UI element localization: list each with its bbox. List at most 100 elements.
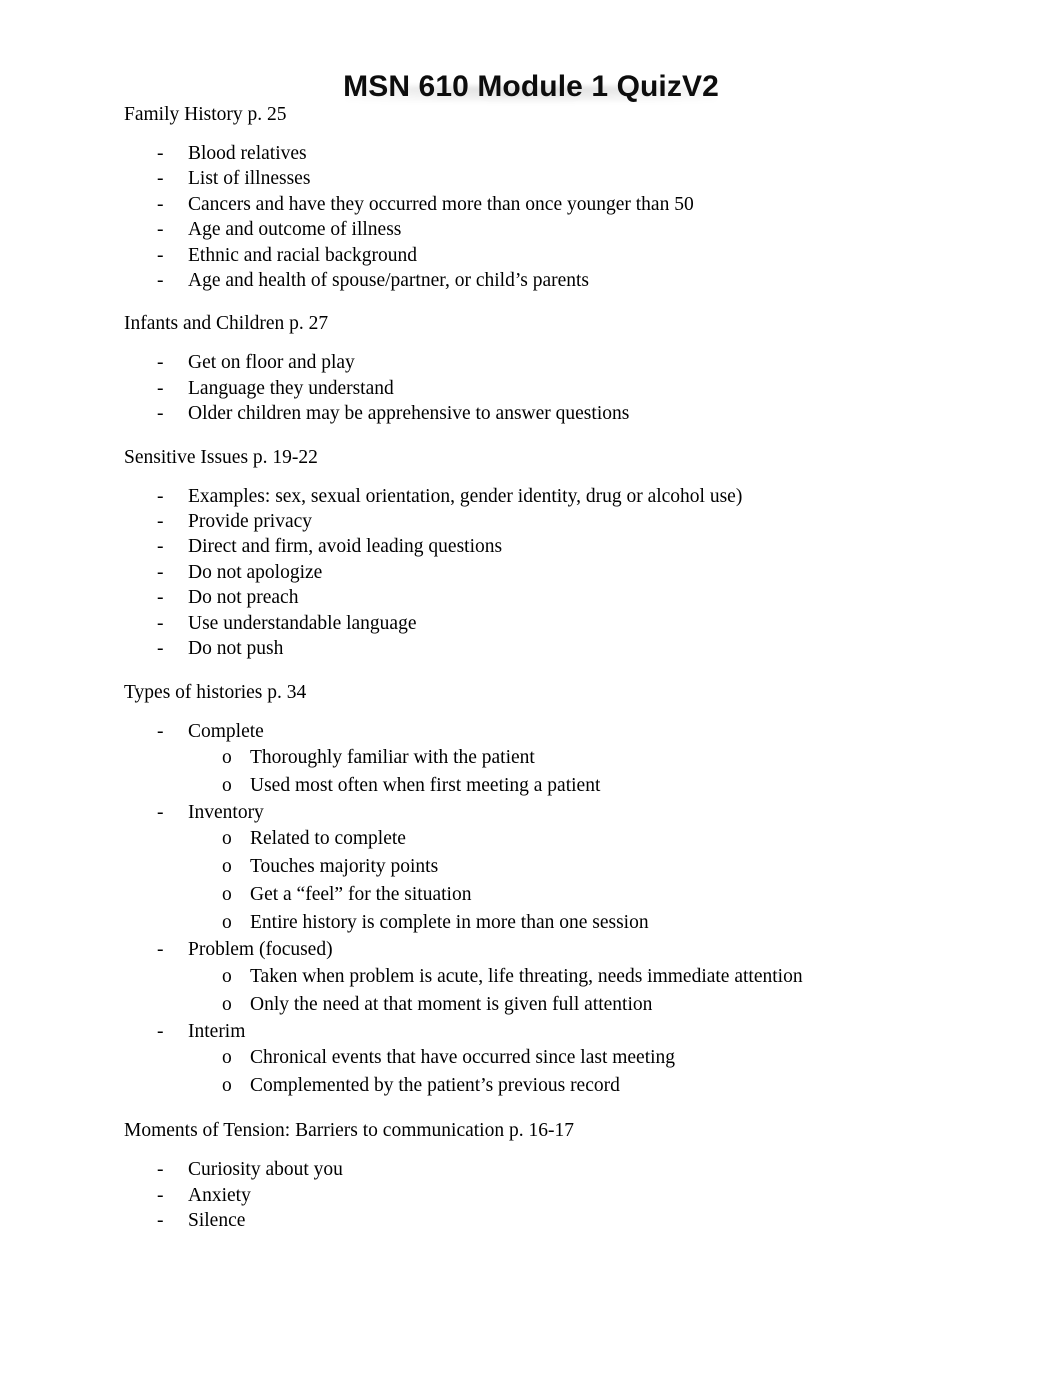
title-area: MSN 610 Module 1 QuizV2 xyxy=(0,0,1062,103)
content-section: Sensitive Issues p. 19-22 - Examples: sex,… xyxy=(124,445,1002,662)
bullet-item: - Age and health of spouse/partner, or ch… xyxy=(124,268,1002,293)
circle-bullet-icon: o xyxy=(222,912,232,934)
dash-bullet-icon: - xyxy=(157,587,164,609)
content-section: Moments of Tension: Barriers to communic… xyxy=(124,1118,1002,1233)
sub-bullet-text: Thoroughly familiar with the patient xyxy=(250,746,535,768)
bullet-item: - Get on floor and play xyxy=(124,350,1002,375)
bullet-item: - Cancers and have they occurred more tha… xyxy=(124,192,1002,217)
sub-bullet-item: o Taken when problem is acute, life threa… xyxy=(124,963,1002,991)
sub-bullet-item: o Thoroughly familiar with the patient xyxy=(124,744,1002,772)
bullet-text: Ethnic and racial background xyxy=(188,244,418,266)
bullet-item: - Language they understand xyxy=(124,376,1002,401)
sub-bullet-group: o Taken when problem is acute, life threa… xyxy=(124,963,1002,1019)
bullet-list: - Examples: sex, sexual orientation, gend… xyxy=(124,484,1002,662)
dash-bullet-icon: - xyxy=(157,638,164,660)
bullet-text: Do not apologize xyxy=(188,561,323,583)
sub-bullet-list: o Chronical events that have occurred sin… xyxy=(124,1044,1002,1100)
bullet-text: Problem (focused) xyxy=(188,939,333,961)
sub-bullet-text: Chronical events that have occurred sinc… xyxy=(250,1047,676,1069)
dash-bullet-icon: - xyxy=(157,270,164,292)
dash-bullet-icon: - xyxy=(157,720,164,742)
sub-bullet-text: Complemented by the patient’s previous r… xyxy=(250,1075,620,1097)
circle-bullet-icon: o xyxy=(222,828,232,850)
sub-bullet-item: o Get a “feel” for the situation xyxy=(124,881,1002,909)
content-section: Infants and Children p. 27 - Get on floor … xyxy=(124,311,1002,426)
dash-bullet-icon: - xyxy=(157,193,164,215)
bullet-text: Inventory xyxy=(188,801,264,823)
bullet-item: - Provide privacy xyxy=(124,509,1002,534)
circle-bullet-icon: o xyxy=(222,774,232,796)
bullet-text: List of illnesses xyxy=(188,168,311,190)
bullet-text: Do not preach xyxy=(188,587,299,609)
sub-bullet-text: Taken when problem is acute, life threat… xyxy=(250,965,803,987)
dash-bullet-icon: - xyxy=(157,939,164,961)
document-page: MSN 610 Module 1 QuizV2 Family History p… xyxy=(0,0,1062,1377)
sub-bullet-item: o Chronical events that have occurred sin… xyxy=(124,1044,1002,1072)
dash-bullet-icon: - xyxy=(157,536,164,558)
bullet-text: Blood relatives xyxy=(188,143,307,164)
bullet-item: - Do not push xyxy=(124,636,1002,661)
bullet-text: Age and health of spouse/partner, or chi… xyxy=(188,270,590,292)
sub-bullet-group: o Thoroughly familiar with the patient o Us… xyxy=(124,744,1002,800)
sub-bullet-group: o Chronical events that have occurred sin… xyxy=(124,1044,1002,1100)
bullet-item: - Problem (focused) xyxy=(124,937,1002,962)
bullet-item: - List of illnesses xyxy=(124,166,1002,191)
section-heading: Moments of Tension: Barriers to communic… xyxy=(124,1120,574,1142)
bullet-item: - Age and outcome of illness xyxy=(124,217,1002,242)
dash-bullet-icon: - xyxy=(157,352,164,374)
bullet-text: Complete xyxy=(188,720,264,742)
bullet-text: Older children may be apprehensive to an… xyxy=(188,403,630,425)
bullet-list: - Blood relatives - List of illnesses - Cance… xyxy=(124,141,1002,293)
bullet-text: Use understandable language xyxy=(188,612,417,634)
dash-bullet-icon: - xyxy=(157,1020,164,1042)
bullet-text: Provide privacy xyxy=(188,511,313,533)
bullet-text: Language they understand xyxy=(188,377,394,399)
sub-bullet-item: o Only the need at that moment is given f… xyxy=(124,991,1002,1019)
bullet-item: - Blood relatives xyxy=(124,141,1002,166)
dash-bullet-icon: - xyxy=(157,1209,164,1231)
bullet-text: Cancers and have they occurred more than… xyxy=(188,193,694,215)
sub-bullet-list: o Thoroughly familiar with the patient o Us… xyxy=(124,744,1002,800)
bullet-item: - Silence xyxy=(124,1208,1002,1233)
bullet-list: - Complete o Thoroughly familiar with the p… xyxy=(124,719,1002,1101)
sub-bullet-item: o Touches majority points xyxy=(124,853,1002,881)
sub-bullet-list: o Related to complete o Touches majority po… xyxy=(124,825,1002,937)
sub-bullet-text: Get a “feel” for the situation xyxy=(250,884,472,906)
bullet-item: - Anxiety xyxy=(124,1183,1002,1208)
circle-bullet-icon: o xyxy=(222,856,232,878)
dash-bullet-icon: - xyxy=(157,801,164,823)
bullet-list: - Get on floor and play - Language they und… xyxy=(124,350,1002,426)
bullet-item: - Examples: sex, sexual orientation, gend… xyxy=(124,484,1002,509)
bullet-text: Interim xyxy=(188,1020,246,1042)
sub-bullet-item: o Entire history is complete in more than… xyxy=(124,909,1002,937)
dash-bullet-icon: - xyxy=(157,561,164,583)
dash-bullet-icon: - xyxy=(157,219,164,241)
dash-bullet-icon: - xyxy=(157,403,164,425)
bullet-list: - Curiosity about you - Anxiety - Silence xyxy=(124,1157,1002,1233)
dash-bullet-icon: - xyxy=(157,485,164,507)
dash-bullet-icon: - xyxy=(157,244,164,266)
bullet-text: Anxiety xyxy=(188,1184,251,1206)
bullet-text: Direct and firm, avoid leading questions xyxy=(188,536,503,558)
bullet-text: Do not push xyxy=(188,638,284,660)
sub-bullet-text: Used most often when first meeting a pat… xyxy=(250,774,601,796)
sub-bullet-text: Touches majority points xyxy=(250,856,439,878)
section-heading: Types of histories p. 34 xyxy=(124,681,307,703)
sub-bullet-item: o Complemented by the patient’s previous … xyxy=(124,1072,1002,1100)
bullet-item: - Direct and firm, avoid leading question… xyxy=(124,534,1002,559)
bullet-item: - Ethnic and racial background xyxy=(124,243,1002,268)
sub-bullet-text: Only the need at that moment is given fu… xyxy=(250,993,653,1015)
dash-bullet-icon: - xyxy=(157,1159,164,1181)
bullet-text: Get on floor and play xyxy=(188,352,355,374)
bullet-item: - Interim xyxy=(124,1019,1002,1044)
circle-bullet-icon: o xyxy=(222,1075,232,1097)
content-section: Family History p. 25- Blood relatives - Lis… xyxy=(124,102,1002,293)
bullet-item: - Do not preach xyxy=(124,585,1002,610)
bullet-text: Age and outcome of illness xyxy=(188,219,402,241)
circle-bullet-icon: o xyxy=(222,965,232,987)
sub-bullet-list: o Taken when problem is acute, life threa… xyxy=(124,963,1002,1019)
section-heading: Infants and Children p. 27 xyxy=(124,313,329,335)
dash-bullet-icon: - xyxy=(157,1184,164,1206)
bullet-item: - Older children may be apprehensive to a… xyxy=(124,401,1002,426)
sub-bullet-text: Related to complete xyxy=(250,828,406,850)
